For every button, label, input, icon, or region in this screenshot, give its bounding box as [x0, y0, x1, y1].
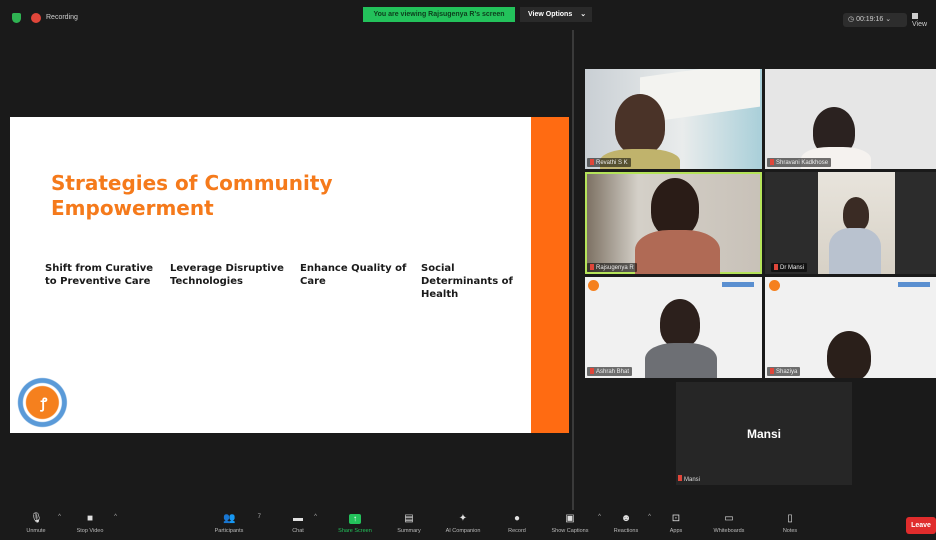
leave-button[interactable]: Leave: [906, 517, 936, 534]
chevron-up-icon[interactable]: ^: [58, 514, 61, 520]
video-tile[interactable]: Shravani Kadkhose: [765, 69, 936, 169]
clock-icon: ◷: [848, 16, 857, 23]
share-screen-button[interactable]: ↑ Share Screen: [332, 510, 378, 540]
microphone-muted-icon: [770, 368, 774, 374]
notes-button[interactable]: ▯ Notes: [776, 510, 804, 540]
video-camera-icon: ■: [86, 513, 94, 524]
participants-icon: 👥: [223, 513, 236, 524]
unmute-button[interactable]: 🎙 Unmute ^: [18, 510, 61, 540]
slide-accent-bar: [531, 117, 569, 433]
microphone-muted-icon: [774, 264, 778, 270]
record-button[interactable]: ● Record: [502, 510, 532, 540]
meeting-toolbar: 🎙 Unmute ^ ■ Stop Video ^ 👥 Participants 7 ▬ Ch…: [0, 510, 936, 540]
participant-video: [615, 94, 665, 154]
participant-video: [651, 178, 699, 236]
slide-title: Strategies of Community Empowerment: [51, 171, 333, 220]
participant-name-label: Rajsugenya R: [587, 263, 637, 272]
video-tile[interactable]: Revathi S K: [585, 69, 762, 169]
participant-count: 7: [257, 514, 261, 520]
view-label: View: [912, 21, 928, 28]
chat-button[interactable]: ▬ Chat ^: [286, 510, 317, 540]
recording-label: Recording: [46, 14, 78, 21]
microphone-muted-icon: [590, 368, 594, 374]
split-divider[interactable]: [572, 30, 574, 510]
record-icon: ●: [513, 513, 521, 524]
slide-column-2: Leverage Disruptive Technologies: [170, 263, 284, 287]
organization-logo-icon: ꝭ: [16, 375, 71, 430]
participant-video: [843, 197, 869, 231]
slide-column-3: Enhance Quality of Care: [300, 263, 407, 287]
participant-name-label: Revathi S K: [587, 158, 631, 167]
top-bar: Recording You are viewing Rajsugenya R's…: [0, 0, 936, 30]
video-tile[interactable]: Ashrah Bhat: [585, 277, 762, 378]
summary-icon: ▤: [404, 513, 414, 524]
meeting-timer[interactable]: ◷ 00:19:16 ⌄: [843, 13, 907, 27]
timer-value: 00:19:16: [856, 16, 884, 23]
captions-icon: ▣: [565, 513, 575, 524]
chevron-down-icon: ⌄: [885, 16, 892, 23]
smart-lab-logo-icon: [898, 282, 930, 287]
shield-icon[interactable]: [12, 13, 21, 23]
show-captions-button[interactable]: ▣ Show Captions ^: [546, 510, 602, 540]
apps-button[interactable]: ⊡ Apps: [664, 510, 688, 540]
organization-logo-icon: [588, 280, 599, 291]
chevron-up-icon[interactable]: ^: [648, 514, 651, 520]
apps-icon: ⊡: [671, 513, 681, 524]
shared-screen: Strategies of Community Empowerment Shif…: [10, 117, 569, 433]
whiteboard-icon: ▭: [724, 513, 734, 524]
participant-body: [635, 230, 720, 274]
chevron-up-icon[interactable]: ^: [314, 514, 317, 520]
video-tile-camera-off[interactable]: Mansi Mansi: [676, 382, 852, 485]
video-tile[interactable]: Dr Mansi: [765, 172, 936, 274]
reactions-icon: ☻: [620, 513, 632, 524]
reactions-button[interactable]: ☻ Reactions ^: [608, 510, 651, 540]
recording-icon[interactable]: [31, 13, 41, 23]
microphone-muted-icon: [678, 475, 682, 481]
view-options-button[interactable]: View Options ⌄: [520, 7, 592, 22]
chevron-up-icon[interactable]: ^: [114, 514, 117, 520]
participant-display-name: Mansi: [746, 427, 781, 441]
participant-name-label: Dr Mansi: [771, 263, 808, 272]
video-tile[interactable]: Shaziya: [765, 277, 936, 378]
chat-icon: ▬: [293, 513, 303, 524]
participant-name-label: Mansi: [678, 475, 700, 483]
stop-video-button[interactable]: ■ Stop Video ^: [70, 510, 117, 540]
microphone-muted-icon: 🎙: [30, 513, 43, 524]
whiteboards-button[interactable]: ▭ Whiteboards: [704, 510, 754, 540]
viewing-screen-banner: You are viewing Rajsugenya R's screen: [363, 7, 515, 22]
chevron-down-icon: ⌄: [580, 11, 587, 18]
view-button[interactable]: View: [912, 13, 936, 28]
ai-companion-icon: ✦: [458, 513, 468, 524]
active-speaker-tile[interactable]: Rajsugenya R: [585, 172, 762, 274]
slide-column-4: Social Determinants of Health: [421, 263, 513, 300]
slide-column-1: Shift from Curative to Preventive Care: [45, 263, 154, 287]
microphone-muted-icon: [770, 159, 774, 165]
organization-logo-icon: [769, 280, 780, 291]
smart-lab-logo-icon: [722, 282, 754, 287]
summary-button[interactable]: ▤ Summary: [392, 510, 426, 540]
ai-companion-button[interactable]: ✦ AI Companion: [438, 510, 488, 540]
chevron-up-icon[interactable]: ^: [598, 514, 601, 520]
participants-button[interactable]: 👥 Participants 7: [207, 510, 261, 540]
grid-icon: [912, 13, 918, 19]
notes-icon: ▯: [787, 513, 793, 524]
participant-video: [660, 299, 700, 347]
microphone-muted-icon: [590, 264, 594, 270]
participant-body: [829, 228, 881, 274]
participant-body: [645, 343, 717, 378]
participant-name-label: Shravani Kadkhose: [767, 158, 832, 167]
participant-name-label: Shaziya: [767, 367, 801, 376]
view-options-label: View Options: [528, 11, 573, 18]
microphone-muted-icon: [590, 159, 594, 165]
participant-name-label: Ashrah Bhat: [587, 367, 633, 376]
participant-video: [827, 331, 871, 378]
share-screen-icon: ↑: [349, 514, 361, 524]
